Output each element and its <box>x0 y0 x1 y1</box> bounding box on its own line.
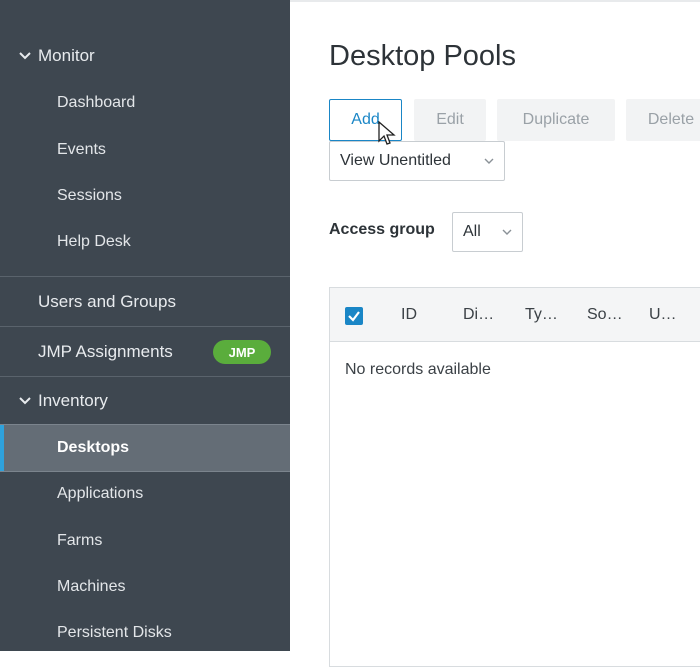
page-title: Desktop Pools <box>329 40 516 72</box>
access-group-label: Access group <box>329 221 435 238</box>
empty-message: No records available <box>345 361 491 378</box>
duplicate-button[interactable]: Duplicate <box>497 99 615 141</box>
checkbox-checked-icon[interactable] <box>345 307 363 325</box>
sidebar-item-sessions[interactable]: Sessions <box>57 187 122 205</box>
column-header-user-assignment[interactable]: U… <box>649 306 677 324</box>
chevron-down-icon <box>484 158 494 164</box>
grid-header: ID Di… Ty… So… U… <box>330 288 700 342</box>
main-content: Desktop Pools Add Edit Duplicate Delete … <box>290 0 700 667</box>
column-header-display-name[interactable]: Di… <box>463 306 494 324</box>
desktop-pools-grid: ID Di… Ty… So… U… No records available <box>329 287 700 667</box>
column-header-source[interactable]: So… <box>587 306 623 324</box>
active-indicator <box>0 425 4 471</box>
jmp-badge: JMP <box>213 340 271 364</box>
divider <box>0 276 290 277</box>
nav-group-monitor[interactable]: Monitor <box>18 46 95 66</box>
nav-group-label: Monitor <box>38 46 95 65</box>
sidebar-item-help-desk[interactable]: Help Desk <box>57 233 131 251</box>
sidebar-item-desktops[interactable]: Desktops <box>0 424 290 472</box>
delete-button[interactable]: Delete <box>626 99 700 141</box>
sidebar-item-persistent-disks[interactable]: Persistent Disks <box>57 624 172 642</box>
chevron-down-icon <box>19 52 31 60</box>
sidebar-item-users-and-groups[interactable]: Users and Groups <box>38 292 176 312</box>
sidebar-item-jmp-assignments[interactable]: JMP Assignments <box>38 342 173 362</box>
column-header-type[interactable]: Ty… <box>525 306 558 324</box>
divider <box>0 376 290 377</box>
sidebar-item-farms[interactable]: Farms <box>57 532 102 550</box>
edit-button[interactable]: Edit <box>414 99 486 141</box>
select-value: All <box>463 223 481 240</box>
sidebar-item-events[interactable]: Events <box>57 141 106 159</box>
sidebar-item-applications[interactable]: Applications <box>57 485 143 503</box>
divider <box>0 326 290 327</box>
column-header-id[interactable]: ID <box>401 306 417 324</box>
chevron-down-icon <box>502 229 512 235</box>
sidebar-item-label: Desktops <box>57 439 130 456</box>
sidebar: Monitor Dashboard Events Sessions Help D… <box>0 0 290 651</box>
select-value: View Unentitled <box>340 152 451 169</box>
sidebar-item-machines[interactable]: Machines <box>57 578 125 596</box>
sidebar-item-dashboard[interactable]: Dashboard <box>57 94 135 112</box>
nav-group-inventory[interactable]: Inventory <box>18 391 108 411</box>
nav-group-label: Inventory <box>38 391 108 410</box>
view-filter-select[interactable]: View Unentitled <box>329 141 505 181</box>
mouse-pointer-icon <box>378 121 396 145</box>
chevron-down-icon <box>19 397 31 405</box>
access-group-select[interactable]: All <box>452 212 523 252</box>
